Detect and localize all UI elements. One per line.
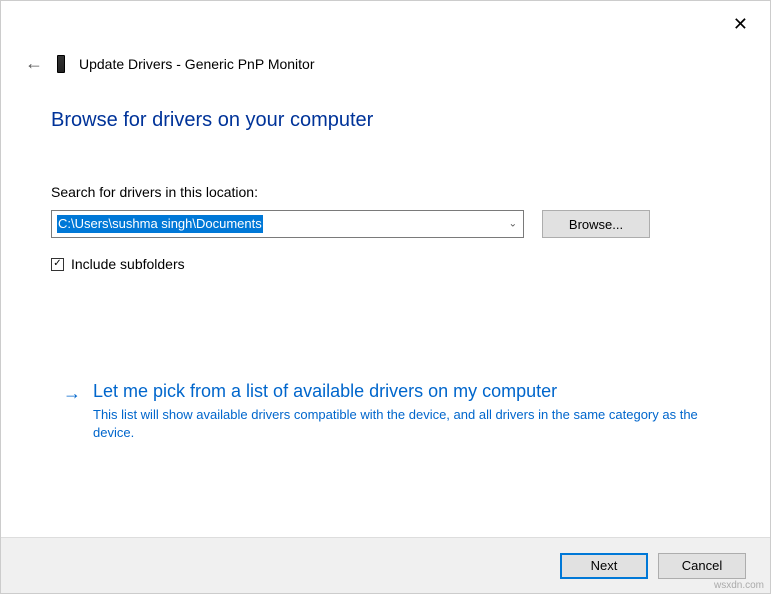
option-description: This list will show available drivers co… [93, 406, 710, 442]
watermark: wsxdn.com [714, 580, 764, 591]
monitor-device-icon [57, 55, 65, 73]
search-location-label: Search for drivers in this location: [51, 184, 720, 200]
window-title: Update Drivers - Generic PnP Monitor [79, 56, 315, 72]
pick-from-list-option[interactable]: → Let me pick from a list of available d… [63, 381, 710, 442]
search-row: C:\Users\sushma singh\Documents ⌄ Browse… [51, 210, 720, 238]
page-title: Browse for drivers on your computer [51, 109, 720, 132]
header: ← Update Drivers - Generic PnP Monitor [25, 53, 315, 74]
option-text-block: Let me pick from a list of available dri… [93, 381, 710, 442]
path-combobox[interactable]: C:\Users\sushma singh\Documents ⌄ [51, 210, 524, 238]
chevron-down-icon[interactable]: ⌄ [509, 219, 517, 230]
path-value[interactable]: C:\Users\sushma singh\Documents [57, 215, 263, 233]
close-icon[interactable]: ✕ [733, 15, 748, 33]
back-arrow-icon[interactable]: ← [25, 53, 43, 74]
browse-button[interactable]: Browse... [542, 210, 650, 238]
include-subfolders-label: Include subfolders [71, 256, 185, 272]
next-button[interactable]: Next [560, 553, 648, 579]
right-arrow-icon: → [63, 381, 81, 442]
include-subfolders-checkbox[interactable]: ✓ [51, 258, 64, 271]
main-content: Browse for drivers on your computer Sear… [51, 109, 720, 272]
option-title: Let me pick from a list of available dri… [93, 381, 710, 402]
include-subfolders-row[interactable]: ✓ Include subfolders [51, 256, 720, 272]
footer: Next Cancel [1, 537, 770, 593]
dialog-window: ✕ ← Update Drivers - Generic PnP Monitor… [0, 0, 771, 594]
cancel-button[interactable]: Cancel [658, 553, 746, 579]
